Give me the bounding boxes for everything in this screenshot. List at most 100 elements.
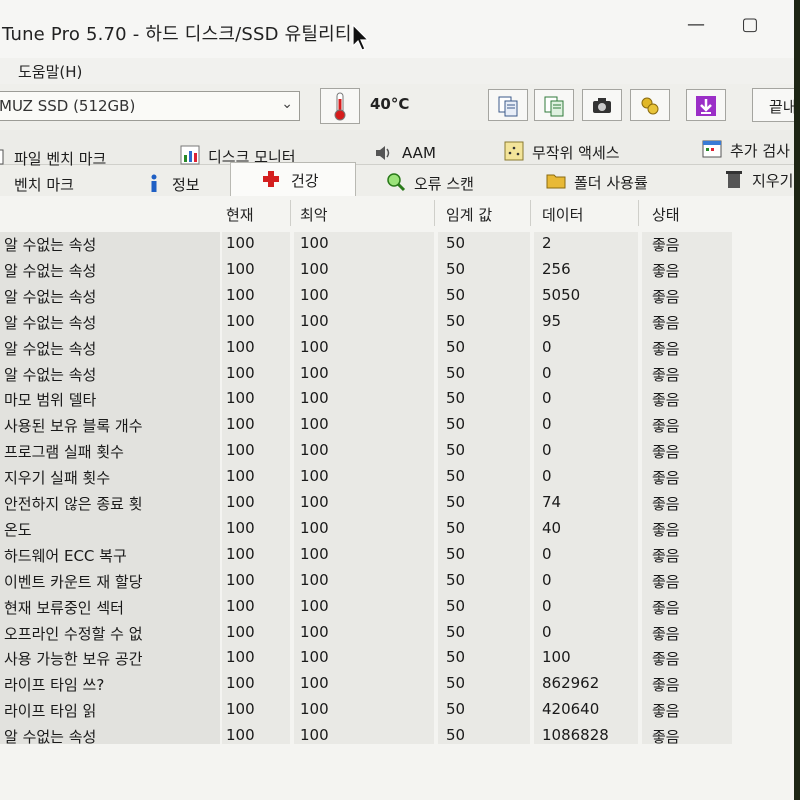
current-value: 100 [226,648,255,667]
raw-data-value: 0 [542,415,552,434]
raw-data-value: 0 [542,570,552,589]
tab-health[interactable]: 건강 [230,162,356,196]
red-cross-icon [263,171,279,187]
threshold-value: 50 [446,337,466,356]
table-row[interactable]: 알 수없는 속성 100 100 50 95 좋음 [0,310,794,336]
exit-button-label: 끝내 [769,98,797,116]
save-button[interactable] [686,89,726,121]
raw-data-value: 95 [542,311,562,330]
status-value: 좋음 [652,495,680,513]
current-value: 100 [226,596,255,615]
current-value: 100 [226,441,255,460]
raw-data-value: 1086828 [542,726,609,745]
temperature-button[interactable] [320,88,360,124]
window-title: Tune Pro 5.70 - 하드 디스크/SSD 유틸리티 [2,24,352,45]
attribute-name: 하드웨어 ECC 복구 [4,546,127,565]
table-row[interactable]: 알 수없는 속성 100 100 50 0 좋음 [0,336,794,362]
threshold-value: 50 [446,493,466,511]
table-row[interactable]: 프로그램 실패 횟수 100 100 50 0 좋음 [0,439,794,465]
table-row[interactable]: 알 수없는 속성 100 100 50 0 좋음 [0,362,794,388]
toolbar: MUZ SSD (512GB) ⌄ 40°C 끝내 [0,84,800,131]
header-separator[interactable] [290,200,291,226]
thermometer-icon [334,92,346,121]
table-row[interactable]: 현재 보류중인 섹터 100 100 50 0 좋음 [0,595,794,621]
table-row[interactable]: 온도 100 100 50 40 좋음 [0,517,794,543]
table-row[interactable]: 안전하지 않은 종료 횟 100 100 50 74 좋음 [0,491,794,517]
table-row[interactable]: 이벤트 카운트 재 할당 100 100 50 0 좋음 [0,569,794,595]
current-value: 100 [226,518,255,537]
worst-value: 100 [300,363,329,382]
copy-icon [498,96,518,117]
scatter-icon [504,141,524,161]
raw-data-value: 0 [542,389,552,408]
current-value: 100 [226,622,255,641]
copy-button[interactable] [488,89,528,121]
current-value: 100 [226,311,255,330]
status-value: 좋음 [652,417,680,436]
raw-data-value: 5050 [542,285,581,304]
current-value: 100 [226,493,255,511]
maximize-button[interactable]: ▢ [730,10,770,40]
header-data[interactable]: 데이터 [542,204,583,225]
download-icon [696,96,716,116]
worst-value: 100 [300,441,329,460]
current-value: 100 [226,234,255,252]
header-current[interactable]: 현재 [226,204,254,225]
raw-data-value: 74 [542,493,562,511]
attribute-name: 오프라인 수정할 수 없 [4,624,143,643]
table-row[interactable]: 알 수없는 속성 100 100 50 2 좋음 [0,232,794,258]
table-row[interactable]: 지우기 실패 횟수 100 100 50 0 좋음 [0,465,794,491]
status-value: 좋음 [652,650,680,669]
worst-value: 100 [300,648,329,667]
attribute-name: 안전하지 않은 종료 횟 [4,495,143,513]
attribute-name: 지우기 실패 횟수 [4,469,111,488]
attribute-name: 사용된 보유 블록 개수 [4,417,143,436]
header-worst[interactable]: 최악 [300,204,328,225]
table-row[interactable]: 오프라인 수정할 수 없 100 100 50 0 좋음 [0,621,794,647]
table-row[interactable]: 마모 범위 델타 100 100 50 0 좋음 [0,387,794,413]
worst-value: 100 [300,285,329,304]
drive-select[interactable]: MUZ SSD (512GB) ⌄ [0,91,300,121]
minimize-button[interactable]: — [676,10,716,40]
header-threshold[interactable]: 임계 값 [446,204,492,225]
status-value: 좋음 [652,702,680,721]
info-icon [151,174,157,192]
mouse-cursor-icon [352,24,370,51]
table-row[interactable]: 라이프 타임 쓰? 100 100 50 862962 좋음 [0,672,794,698]
table-row[interactable]: 알 수없는 속성 100 100 50 1086828 좋음 [0,724,794,750]
header-separator[interactable] [638,200,639,226]
raw-data-value: 0 [542,363,552,382]
threshold-value: 50 [446,234,466,252]
bar-chart-icon [180,145,200,165]
monitor-bezel [794,0,800,800]
worst-value: 100 [300,389,329,408]
threshold-value: 50 [446,518,466,537]
header-separator[interactable] [530,200,531,226]
table-row[interactable]: 알 수없는 속성 100 100 50 5050 좋음 [0,284,794,310]
table-row[interactable]: 알 수없는 속성 100 100 50 256 좋음 [0,258,794,284]
attribute-name: 온도 [4,520,32,539]
file-benchmark-icon [0,149,4,165]
worst-value: 100 [300,311,329,330]
menu-bar: 도움말(H) [0,58,794,84]
screenshot-button[interactable] [582,89,622,121]
table-row[interactable]: 하드웨어 ECC 복구 100 100 50 0 좋음 [0,543,794,569]
table-row[interactable]: 사용 가능한 보유 공간 100 100 50 100 좋음 [0,646,794,672]
status-value: 좋음 [652,261,680,280]
threshold-value: 50 [446,389,466,408]
threshold-value: 50 [446,544,466,563]
status-value: 좋음 [652,469,680,488]
options-button[interactable] [630,89,670,121]
worst-value: 100 [300,337,329,356]
copy-all-button[interactable] [534,89,574,121]
exit-button[interactable]: 끝내 [752,88,800,122]
table-row[interactable]: 라이프 타임 읽 100 100 50 420640 좋음 [0,698,794,724]
raw-data-value: 0 [542,337,552,356]
header-status[interactable]: 상태 [652,204,680,225]
status-value: 좋음 [652,287,680,306]
worst-value: 100 [300,700,329,719]
table-row[interactable]: 사용된 보유 블록 개수 100 100 50 0 좋음 [0,413,794,439]
header-separator[interactable] [434,200,435,226]
menu-help[interactable]: 도움말(H) [18,61,82,82]
current-value: 100 [226,337,255,356]
